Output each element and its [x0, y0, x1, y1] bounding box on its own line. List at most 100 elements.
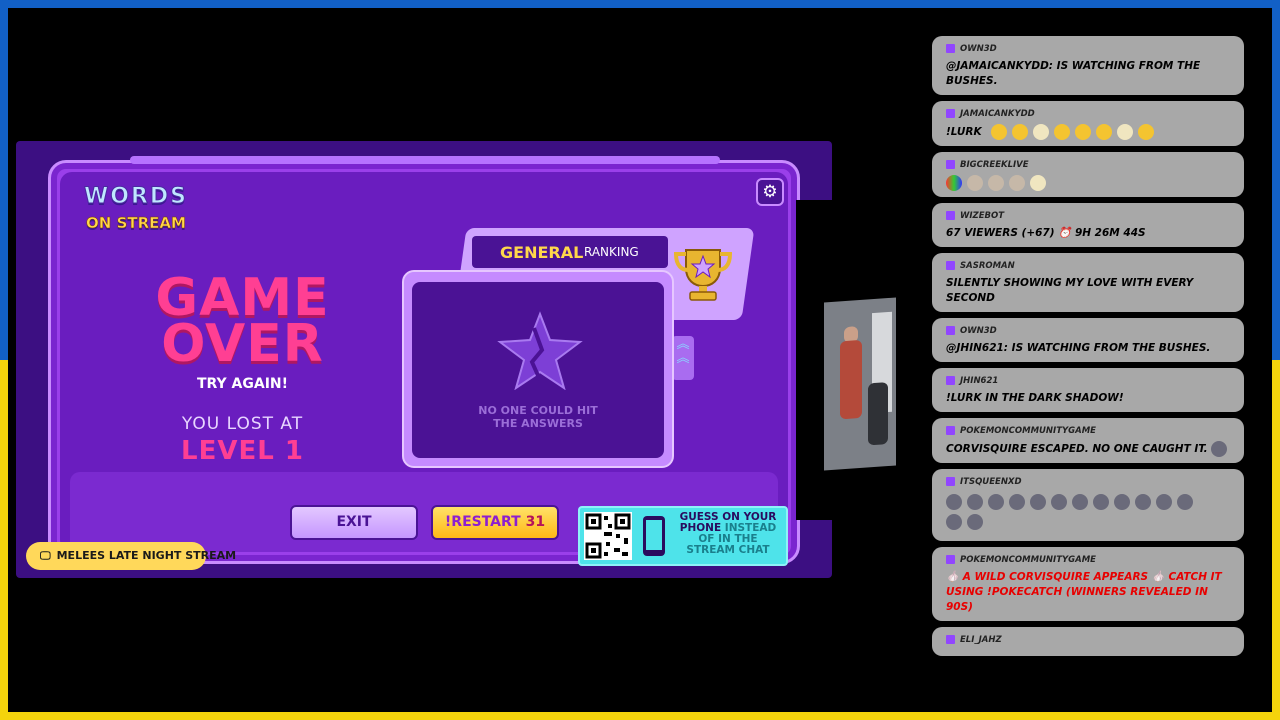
exit-button[interactable]: EXIT — [290, 505, 418, 540]
emote-icon — [1030, 494, 1046, 510]
chat-message: JHIN621 !LURK IN THE DARK SHADOW! — [932, 368, 1244, 412]
emote-icon — [1093, 494, 1109, 510]
chat-username: ITSQUEENXD — [960, 476, 1022, 487]
emote-icon — [1211, 441, 1228, 457]
emote-icon — [1030, 175, 1046, 191]
chat-panel: OWN3D @JAMAICANKYDD: IS WATCHING FROM TH… — [932, 36, 1244, 696]
chat-text: 67 VIEWERS (+67) — [946, 227, 1055, 239]
chat-message: POKEMONCOMMUNITYGAME CORVISQUIRE ESCAPED… — [932, 418, 1244, 463]
chat-username: OWN3D — [960, 43, 997, 54]
qr-text-line4: STREAM CHAT — [686, 544, 770, 556]
twitch-icon — [946, 261, 955, 270]
emote-icon — [988, 175, 1004, 191]
twitch-icon — [946, 477, 955, 486]
chat-text-uptime: 9H 26M 44S — [1074, 227, 1146, 239]
ranking-general-label: GENERAL — [500, 243, 584, 262]
emote-icon — [1072, 494, 1088, 510]
broken-star-icon — [497, 311, 583, 390]
ranking-label: RANKING — [584, 245, 639, 259]
chat-username: WIZEBOT — [960, 210, 1005, 221]
chat-text: CORVISQUIRE ESCAPED. NO ONE CAUGHT IT. — [946, 443, 1208, 455]
chat-message: POKEMONCOMMUNITYGAME 🧄 A WILD CORVISQUIR… — [932, 547, 1244, 621]
stream-title-badge: 🖵 MELEES LATE NIGHT STREAM — [26, 542, 236, 570]
logo-line1: WORDS — [83, 184, 188, 210]
chat-username: POKEMONCOMMUNITYGAME — [960, 425, 1096, 436]
emote-icon — [1096, 124, 1113, 140]
gear-icon[interactable]: ⚙ — [756, 178, 784, 206]
chat-text: @JHIN621: IS WATCHING FROM THE BUSHES. — [946, 342, 1211, 354]
chat-text: SILENTLY SHOWING MY LOVE WITH EVERY SECO… — [946, 277, 1194, 304]
restart-button[interactable]: !RESTART 31 — [431, 505, 559, 540]
twitch-icon — [946, 160, 955, 169]
twitch-icon — [946, 326, 955, 335]
emote-icon — [1114, 494, 1130, 510]
chat-text: @JAMAICANKYDD: IS WATCHING FROM THE BUSH… — [946, 60, 1201, 87]
chat-text: !LURK IN THE DARK SHADOW! — [946, 392, 1124, 404]
emote-icon — [946, 175, 962, 191]
emote-icon — [967, 494, 983, 510]
restart-count: 31 — [525, 514, 546, 530]
qr-code-icon[interactable] — [584, 512, 632, 560]
chat-username: POKEMONCOMMUNITYGAME — [960, 554, 1096, 565]
chat-username: OWN3D — [960, 325, 997, 336]
chat-message: JAMAICANKYDD !LURK — [932, 101, 1244, 146]
chat-message: WIZEBOT 67 VIEWERS (+67) ⏰ 9H 26M 44S — [932, 203, 1244, 247]
lost-at-text: YOU LOST AT — [181, 414, 304, 434]
twitch-icon — [946, 555, 955, 564]
chat-message: OWN3D @JAMAICANKYDD: IS WATCHING FROM TH… — [932, 36, 1244, 95]
chat-message: BIGCREEKLIVE — [932, 152, 1244, 197]
chat-username: ELI_JAHZ — [960, 634, 1002, 645]
stream-title: MELEES LATE NIGHT STREAM — [56, 549, 237, 562]
emote-icon — [967, 514, 983, 530]
chat-username: SASROMAN — [960, 260, 1015, 271]
emote-icon — [1135, 494, 1151, 510]
emote-icon — [1051, 494, 1067, 510]
emote-icon — [1009, 494, 1025, 510]
clock-icon: ⏰ — [1058, 227, 1072, 239]
level-text: LEVEL 1 — [181, 436, 304, 466]
chat-username: JAMAICANKYDD — [960, 108, 1035, 119]
twitch-icon — [946, 635, 955, 644]
try-again-text: TRY AGAIN! — [196, 376, 289, 392]
chat-text: A WILD CORVISQUIRE APPEARS — [962, 571, 1149, 583]
garlic-icon: 🧄 — [1151, 571, 1165, 583]
emote-icon — [1156, 494, 1172, 510]
emote-icon — [1117, 124, 1134, 140]
emote-icon — [946, 514, 962, 530]
no-answers-line1: NO ONE COULD HIT — [478, 404, 598, 417]
emote-icon — [1138, 124, 1155, 140]
twitch-icon — [946, 211, 955, 220]
emote-icon — [1054, 124, 1071, 140]
game-logo: WORDS ON STREAM — [76, 182, 196, 240]
chat-message: ELI_JAHZ — [932, 627, 1244, 656]
monitor-icon: 🖵 — [40, 549, 51, 562]
emote-icon — [1009, 175, 1025, 191]
emote-icon — [946, 494, 962, 510]
twitch-icon — [946, 376, 955, 385]
restart-label: !RESTART — [444, 514, 521, 530]
chat-message: OWN3D @JHIN621: IS WATCHING FROM THE BUS… — [932, 318, 1244, 362]
phone-icon — [643, 516, 665, 556]
stream-overlay: WORDS ON STREAM ⚙ GAME OVER TRY AGAIN! Y… — [0, 0, 1280, 720]
top-rail — [130, 156, 720, 164]
twitch-icon — [946, 44, 955, 53]
game-over-title-line2: OVER — [161, 314, 324, 374]
no-answers-line2: THE ANSWERS — [493, 417, 583, 430]
chat-username: JHIN621 — [960, 375, 999, 386]
logo-line2: ON STREAM — [86, 214, 186, 233]
twitch-icon — [946, 426, 955, 435]
emote-icon — [1033, 124, 1050, 140]
scroll-tabs-icon[interactable]: ︽ ︽ — [672, 336, 694, 380]
garlic-icon: 🧄 — [946, 571, 960, 583]
emote-icon — [1012, 124, 1029, 140]
no-answers-text: NO ONE COULD HIT THE ANSWERS — [462, 404, 614, 430]
emote-icon — [988, 494, 1004, 510]
emote-icon — [991, 124, 1008, 140]
twitch-icon — [946, 109, 955, 118]
chat-username: BIGCREEKLIVE — [960, 159, 1029, 170]
chat-text: !LURK — [946, 126, 982, 138]
chat-message: SASROMAN SILENTLY SHOWING MY LOVE WITH E… — [932, 253, 1244, 312]
emote-icon — [1075, 124, 1092, 140]
chat-message: ITSQUEENXD — [932, 469, 1244, 541]
webcam-feed — [824, 297, 896, 471]
